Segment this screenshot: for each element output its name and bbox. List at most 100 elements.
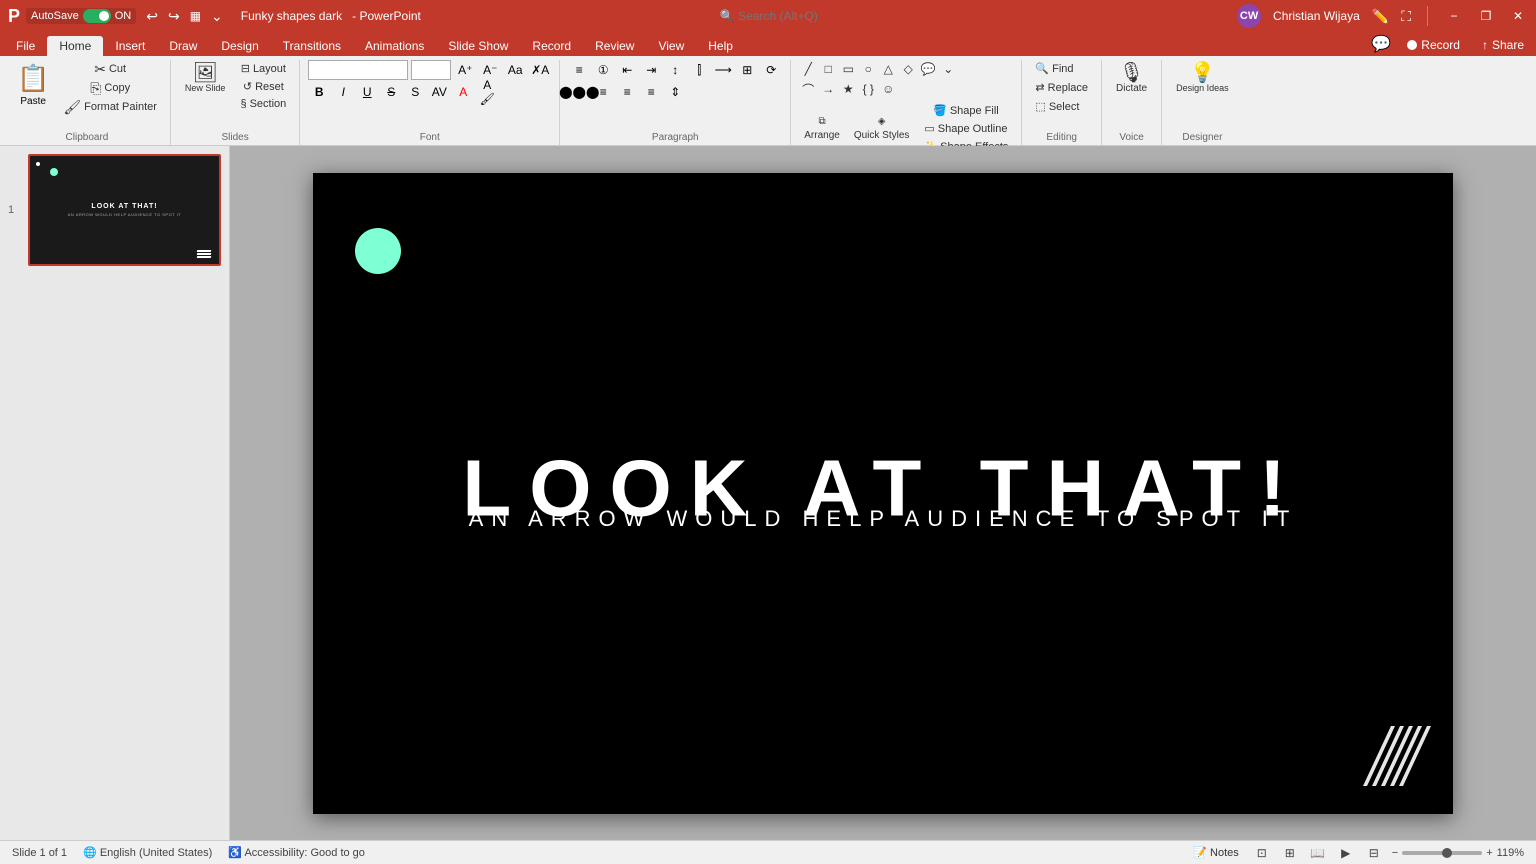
- design-ideas-button[interactable]: 💡 Design Ideas: [1170, 60, 1235, 96]
- normal-view-button[interactable]: ⊡: [1252, 843, 1272, 863]
- reset-button[interactable]: ↺ Reset: [235, 78, 291, 95]
- slide-subtitle[interactable]: AN ARROW WOULD HELP AUDIENCE TO SPOT IT: [469, 506, 1298, 532]
- shape-fill-button[interactable]: 🪣 Shape Fill: [918, 102, 1013, 119]
- slide-canvas[interactable]: LOOK AT THAT! AN ARROW WOULD HELP AUDIEN…: [313, 173, 1453, 814]
- layout-button[interactable]: ⊟ Layout: [235, 60, 291, 77]
- fullscreen-icon[interactable]: ⛶: [1401, 8, 1411, 25]
- shape-outline-button[interactable]: ▭ Shape Outline: [918, 120, 1013, 137]
- star-btn[interactable]: ★: [839, 80, 857, 98]
- search-input[interactable]: [738, 9, 938, 23]
- minimize-button[interactable]: −: [1444, 6, 1464, 26]
- slide-sorter-button[interactable]: ⊞: [1280, 843, 1300, 863]
- columns-button[interactable]: ⫿: [688, 60, 710, 80]
- decrease-indent-button[interactable]: ⇤: [616, 60, 638, 80]
- shadow-button[interactable]: S: [404, 82, 426, 102]
- autosave-toggle[interactable]: AutoSave ON: [26, 8, 136, 24]
- dictate-button[interactable]: 🎙 Dictate: [1110, 60, 1153, 97]
- tab-insert[interactable]: Insert: [103, 36, 157, 56]
- copy-button[interactable]: ⎘ Copy: [58, 79, 162, 97]
- new-slide-button[interactable]: 🖼 New Slide: [179, 60, 232, 96]
- vertical-align-button[interactable]: ⇕: [664, 82, 686, 102]
- change-case-button[interactable]: Aa: [504, 60, 526, 80]
- share-button[interactable]: ↑ Share: [1470, 34, 1536, 56]
- accessibility-info[interactable]: ♿ Accessibility: Good to go: [228, 846, 365, 859]
- fit-slide-button[interactable]: ⊟: [1364, 843, 1384, 863]
- strikethrough-button[interactable]: S: [380, 82, 402, 102]
- smiley-btn[interactable]: ☺: [879, 80, 897, 98]
- numbering-button[interactable]: ①: [592, 60, 614, 80]
- align-left-button[interactable]: ⬤⬤⬤: [568, 82, 590, 102]
- char-spacing-button[interactable]: AV: [428, 82, 450, 102]
- zoom-out-icon[interactable]: −: [1392, 847, 1398, 859]
- increase-font-button[interactable]: A⁺: [454, 60, 476, 80]
- comments-button[interactable]: 💬: [1365, 32, 1397, 56]
- section-button[interactable]: § Section: [235, 96, 291, 112]
- increase-indent-button[interactable]: ⇥: [640, 60, 662, 80]
- slideshow-button[interactable]: ▶: [1336, 843, 1356, 863]
- find-button[interactable]: 🔍 Find: [1030, 60, 1078, 77]
- text-direction-button[interactable]: ⟶: [712, 60, 734, 80]
- font-name-input[interactable]: [308, 60, 408, 80]
- cut-button[interactable]: ✂ Cut: [58, 60, 162, 78]
- font-color-button[interactable]: A: [452, 82, 474, 102]
- tab-draw[interactable]: Draw: [157, 36, 209, 56]
- align-center-button[interactable]: ≡: [592, 82, 614, 102]
- italic-button[interactable]: I: [332, 82, 354, 102]
- rect-shape-btn[interactable]: □: [819, 60, 837, 78]
- tab-file[interactable]: File: [4, 36, 47, 56]
- tab-record[interactable]: Record: [520, 36, 583, 56]
- quick-styles-button[interactable]: ◈ Quick Styles: [849, 114, 915, 143]
- zoom-slider[interactable]: [1402, 851, 1482, 855]
- clear-format-button[interactable]: ✗A: [529, 60, 551, 80]
- reading-view-button[interactable]: 📖: [1308, 843, 1328, 863]
- tab-animations[interactable]: Animations: [353, 36, 436, 56]
- tab-review[interactable]: Review: [583, 36, 646, 56]
- close-button[interactable]: ✕: [1508, 6, 1528, 26]
- more-icon[interactable]: ⌄: [207, 6, 227, 27]
- restore-button[interactable]: ❐: [1476, 6, 1496, 26]
- align-right-button[interactable]: ≡: [616, 82, 638, 102]
- paste-button[interactable]: 📋 Paste: [12, 60, 54, 110]
- equation-btn[interactable]: { }: [859, 80, 877, 98]
- underline-button[interactable]: U: [356, 82, 378, 102]
- replace-button[interactable]: ⇄ Replace: [1030, 79, 1093, 96]
- tab-slideshow[interactable]: Slide Show: [436, 36, 520, 56]
- triangle-shape-btn[interactable]: △: [879, 60, 897, 78]
- select-button[interactable]: ⬚ Select: [1030, 98, 1084, 115]
- line-shape-btn[interactable]: ╱: [799, 60, 817, 78]
- arrange-button[interactable]: ⧉ Arrange: [799, 114, 845, 143]
- pen-icon[interactable]: ✏️: [1372, 8, 1389, 25]
- autosave-switch[interactable]: [83, 9, 111, 23]
- more-shapes-btn[interactable]: ⌄: [939, 60, 957, 78]
- curve-btn[interactable]: ⌒: [799, 80, 817, 98]
- slide-thumbnail[interactable]: LOOK AT THAT! AN ARROW WOULD HELP AUDIEN…: [28, 154, 221, 266]
- tab-view[interactable]: View: [646, 36, 696, 56]
- align-text-button[interactable]: ⊞: [736, 60, 758, 80]
- tab-design[interactable]: Design: [209, 36, 270, 56]
- line-spacing-button[interactable]: ↕: [664, 60, 686, 80]
- diamond-shape-btn[interactable]: ◇: [899, 60, 917, 78]
- record-button-ribbon[interactable]: Record: [1397, 34, 1470, 56]
- highlight-color-button[interactable]: A🖌: [476, 82, 498, 102]
- tab-help[interactable]: Help: [696, 36, 745, 56]
- tab-home[interactable]: Home: [47, 36, 103, 56]
- justify-button[interactable]: ≡: [640, 82, 662, 102]
- bullets-button[interactable]: ≡: [568, 60, 590, 80]
- format-painter-button[interactable]: 🖌 Format Painter: [58, 98, 162, 116]
- zoom-in-icon[interactable]: +: [1486, 847, 1492, 859]
- teal-circle-shape[interactable]: [355, 228, 401, 274]
- callout-shape-btn[interactable]: 💬: [919, 60, 937, 78]
- redo-icon[interactable]: ↪: [164, 6, 184, 27]
- smartart-button[interactable]: ⟳: [760, 60, 782, 80]
- tab-transitions[interactable]: Transitions: [271, 36, 353, 56]
- undo-icon[interactable]: ↩: [142, 6, 162, 27]
- decrease-font-button[interactable]: A⁻: [479, 60, 501, 80]
- zoom-level[interactable]: 119%: [1497, 847, 1524, 859]
- notes-button[interactable]: 📝 Notes: [1188, 844, 1243, 861]
- bold-button[interactable]: B: [308, 82, 330, 102]
- arrow-btn[interactable]: →: [819, 80, 837, 98]
- presentation-view-icon[interactable]: ▦: [186, 7, 205, 25]
- circle-shape-btn[interactable]: ○: [859, 60, 877, 78]
- font-size-input[interactable]: 36: [411, 60, 451, 80]
- rounded-rect-btn[interactable]: ▭: [839, 60, 857, 78]
